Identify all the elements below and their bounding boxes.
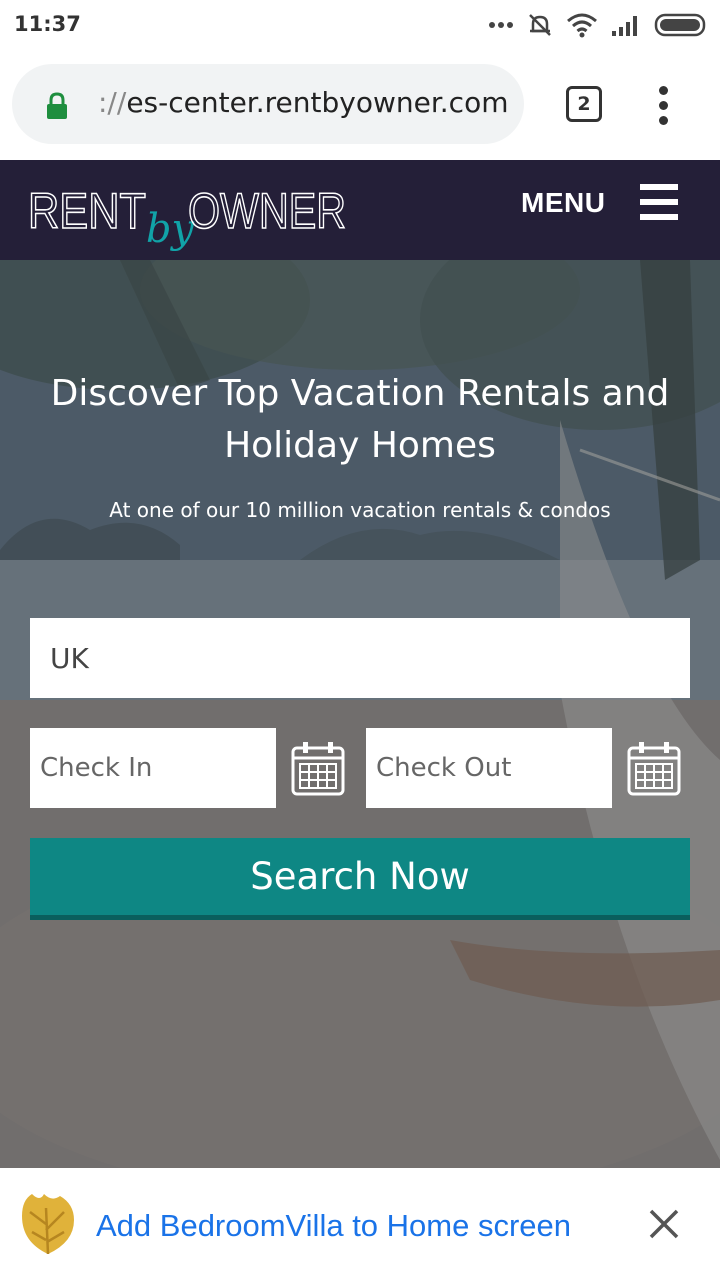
hero-subtitle: At one of our 10 million vacation rental… [109,498,611,522]
add-to-home-banner[interactable]: Add BedroomVilla to Home screen [0,1168,720,1280]
add-to-home-text[interactable]: Add BedroomVilla to Home screen [96,1208,571,1244]
leaf-icon [22,1194,74,1255]
wifi-icon [567,13,597,38]
site-logo[interactable]: RENT by OWNER [28,180,358,256]
menu-label[interactable]: MENU [521,187,605,219]
site-header: RENT by OWNER MENU [0,160,720,260]
battery-icon [654,13,706,37]
url-text: ://es-center.rentbyowner.com [98,86,508,119]
status-bar: 11:37 [0,0,720,50]
hero-title: Discover Top Vacation Rentals and Holida… [50,373,670,466]
status-icons [488,10,708,40]
check-in-input[interactable] [30,728,276,808]
url-scheme: :// [98,86,127,119]
browser-toolbar: ://es-center.rentbyowner.com 2 [0,50,720,160]
more-dots-icon [489,22,513,28]
signal-icon [612,16,637,36]
close-icon[interactable] [646,1206,682,1242]
logo-text-owner: OWNER [188,183,346,239]
hamburger-icon[interactable] [640,184,678,220]
hero-section: Discover Top Vacation Rentals and Holida… [0,260,720,1168]
search-now-button[interactable]: Search Now [30,838,690,920]
location-input[interactable] [30,618,690,698]
tab-switcher-button[interactable]: 2 [566,86,602,122]
kebab-menu-icon[interactable] [652,86,676,126]
url-host: es-center.rentbyowner.com [126,86,509,119]
address-bar[interactable]: ://es-center.rentbyowner.com [12,64,524,144]
logo-text-rent: RENT [28,183,146,239]
lock-icon [47,92,67,119]
silent-icon [529,14,551,36]
calendar-icon[interactable] [627,742,681,796]
status-time: 11:37 [14,12,81,36]
check-out-input[interactable] [366,728,612,808]
calendar-icon[interactable] [291,742,345,796]
